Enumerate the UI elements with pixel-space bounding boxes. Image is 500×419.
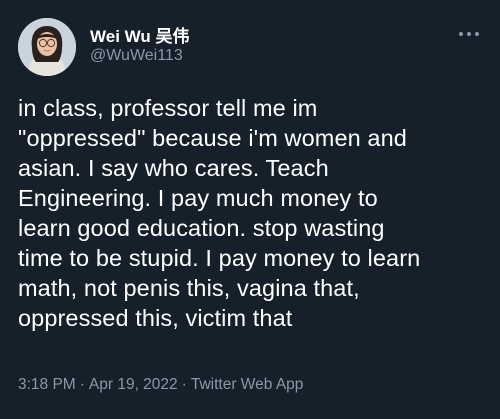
display-name[interactable]: Wei Wu 吴伟 xyxy=(90,22,190,47)
tweet-source[interactable]: Twitter Web App xyxy=(191,376,304,393)
tweet-text-line: math, not penis this, vagina that, xyxy=(18,275,360,301)
meta-separator: · xyxy=(79,376,85,393)
avatar-image xyxy=(18,18,76,76)
user-handle[interactable]: @WuWei113 xyxy=(90,47,183,65)
tweet-card: Wei Wu 吴伟 @WuWei113 in class, professor … xyxy=(0,0,500,419)
tweet-time[interactable]: 3:18 PM xyxy=(18,376,76,393)
meta-separator: · xyxy=(181,376,187,393)
tweet-text-line: time to be stupid. I pay money to learn xyxy=(18,245,421,271)
tweet-text-line: learn good education. stop wasting xyxy=(18,215,385,241)
more-horizontal-icon[interactable] xyxy=(458,30,480,38)
tweet-metadata: 3:18 PM · Apr 19, 2022 · Twitter Web App xyxy=(18,376,303,394)
tweet-text-line: in class, professor tell me im xyxy=(18,95,318,121)
avatar[interactable] xyxy=(18,18,76,76)
tweet-text-line: Engineering. I pay much money to xyxy=(18,185,378,211)
tweet-text-line: oppressed this, victim that xyxy=(18,305,293,331)
tweet-text: in class, professor tell me im "oppresse… xyxy=(18,93,488,333)
tweet-text-line: "oppressed" because i'm women and xyxy=(18,125,407,151)
tweet-text-line: asian. I say who cares. Teach xyxy=(18,155,329,181)
tweet-date[interactable]: Apr 19, 2022 xyxy=(89,376,178,393)
